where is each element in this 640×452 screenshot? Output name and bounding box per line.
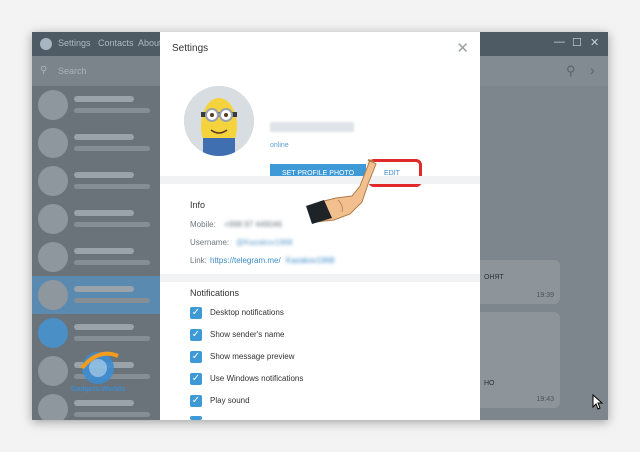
avatar	[38, 90, 68, 120]
chat-list-item-selected[interactable]	[32, 276, 160, 314]
message-bubble: НО 19:43	[480, 312, 560, 408]
checkbox-desktop-notifications[interactable]: ✓	[190, 307, 202, 319]
chevron-right-icon[interactable]: ›	[590, 62, 595, 78]
chat-title	[74, 286, 134, 292]
chat-title	[74, 172, 134, 178]
chat-list-item[interactable]	[32, 162, 160, 200]
menu-about[interactable]: About	[138, 38, 162, 48]
desktop-notifications-label[interactable]: Desktop notifications	[210, 308, 284, 317]
profile-name-blurred	[270, 122, 354, 132]
message-bubble: ОНЯТ 19:39	[480, 260, 560, 304]
minimize-button[interactable]: —	[554, 36, 565, 48]
watermark-logo: Gadgets-Worlds	[62, 342, 134, 410]
watermark-text: Gadgets-Worlds	[71, 386, 125, 393]
message-text: ОНЯТ	[484, 274, 504, 281]
checkbox-show-message-preview[interactable]: ✓	[190, 351, 202, 363]
profile-link-prefix[interactable]: https://telegram.me/	[210, 256, 281, 265]
checkbox-play-sound[interactable]: ✓	[190, 395, 202, 407]
profile-link-username[interactable]: Kazakov1968	[286, 256, 334, 265]
chat-title	[74, 96, 134, 102]
chat-preview	[74, 298, 150, 303]
maximize-button[interactable]: ☐	[572, 36, 582, 49]
username-label: Username:	[190, 238, 230, 247]
search-input[interactable]: Search	[58, 66, 87, 76]
checkbox-windows-notifications[interactable]: ✓	[190, 373, 202, 385]
chat-list-item[interactable]	[32, 200, 160, 238]
pointing-hand-icon	[306, 159, 377, 224]
message-time: 19:43	[536, 396, 554, 403]
search-bar[interactable]: ⚲ Search	[32, 56, 160, 86]
menu-contacts[interactable]: Contacts	[98, 38, 134, 48]
avatar	[38, 204, 68, 234]
link-label: Link:	[190, 256, 207, 265]
show-sender-name-label[interactable]: Show sender's name	[210, 330, 284, 339]
chat-title	[74, 210, 134, 216]
chat-preview	[74, 146, 150, 151]
chat-title	[74, 324, 134, 330]
avatar	[38, 128, 68, 158]
chat-preview	[74, 222, 150, 227]
chat-preview	[74, 260, 150, 265]
minion-avatar-icon	[184, 86, 254, 156]
conversation-header: ⚲ ›	[480, 56, 608, 86]
chat-preview	[74, 184, 150, 189]
username-value[interactable]: @Kazakov1968	[236, 238, 293, 247]
mobile-value: +998 97 449046	[224, 220, 283, 229]
watermark-globe-icon	[80, 351, 119, 384]
search-icon[interactable]: ⚲	[566, 63, 576, 79]
avatar	[38, 166, 68, 196]
menu-settings[interactable]: Settings	[58, 38, 91, 48]
chat-preview	[74, 108, 150, 113]
avatar	[38, 242, 68, 272]
windows-notifications-label[interactable]: Use Windows notifications	[210, 374, 303, 383]
profile-status: online	[270, 142, 289, 149]
chat-list-item[interactable]	[32, 238, 160, 276]
conversation-pane: ⚲ › ОНЯТ 19:39 НО 19:43	[480, 56, 608, 420]
chat-list-item[interactable]	[32, 124, 160, 162]
notifications-section-title: Notifications	[190, 288, 240, 298]
mobile-label: Mobile:	[190, 220, 216, 229]
checkbox-show-sender-name[interactable]: ✓	[190, 329, 202, 341]
mouse-cursor-icon	[592, 394, 604, 410]
telegram-logo-icon	[40, 38, 52, 50]
checkbox-next-partial[interactable]	[190, 416, 202, 420]
close-icon[interactable]: ✕	[456, 39, 469, 57]
profile-avatar[interactable]	[184, 86, 254, 156]
close-window-button[interactable]: ✕	[590, 36, 599, 49]
message-text: НО	[484, 380, 495, 387]
chat-preview	[74, 336, 150, 341]
chat-preview	[74, 412, 150, 417]
chat-title	[74, 248, 134, 254]
chat-list-item[interactable]	[32, 86, 160, 124]
info-section-title: Info	[190, 200, 206, 210]
message-time: 19:39	[536, 292, 554, 299]
dialog-title: Settings	[172, 43, 209, 54]
section-divider	[160, 274, 480, 282]
chat-title	[74, 134, 134, 140]
avatar	[38, 280, 68, 310]
show-message-preview-label[interactable]: Show message preview	[210, 352, 294, 361]
play-sound-label[interactable]: Play sound	[210, 396, 250, 405]
search-icon: ⚲	[40, 65, 48, 76]
